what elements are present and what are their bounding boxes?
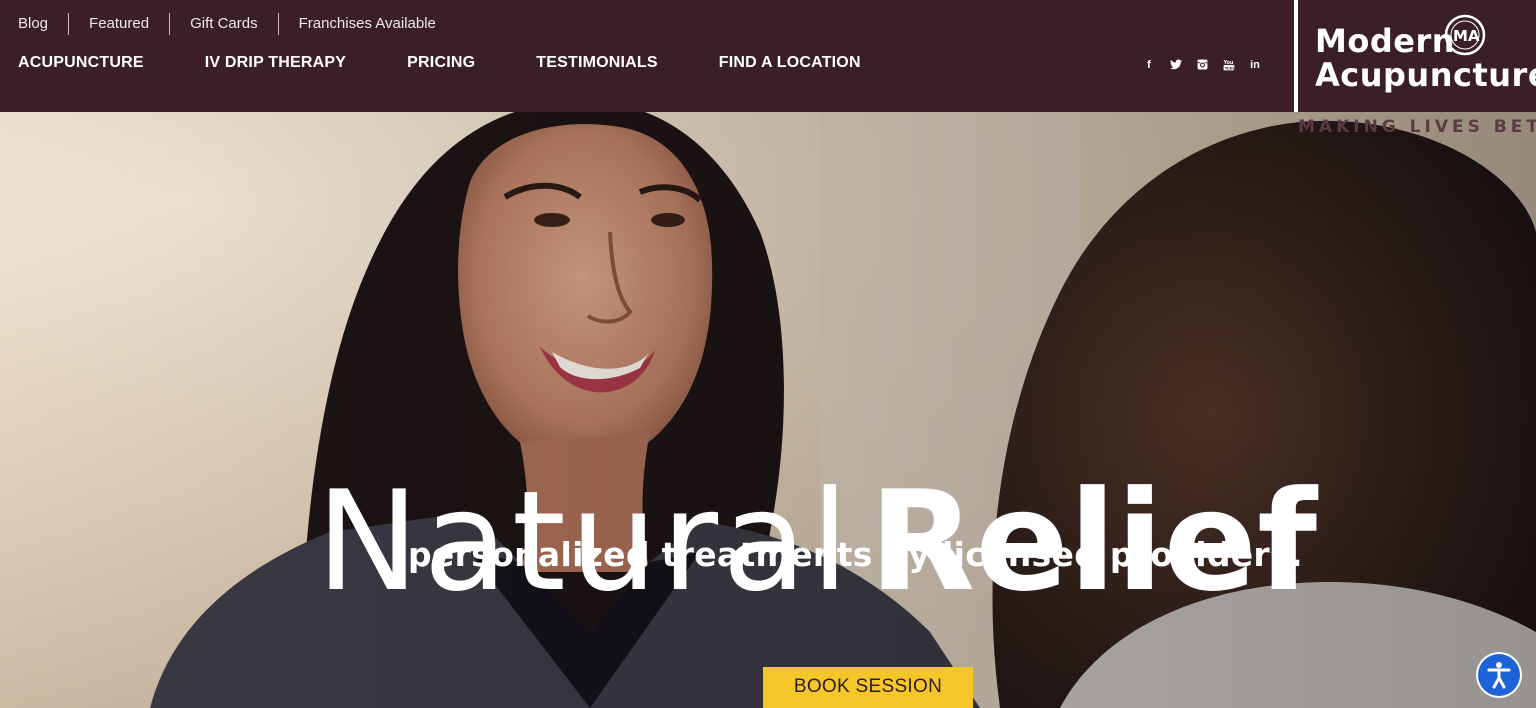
book-session-button[interactable]: BOOK SESSION [763, 667, 973, 708]
accessibility-icon [1487, 662, 1511, 689]
nav-acupuncture[interactable]: ACUPUNCTURE [18, 52, 144, 74]
nav-iv-drip-therapy[interactable]: IV DRIP THERAPY [205, 52, 346, 74]
utility-nav: Blog Featured Gift Cards Franchises Avai… [18, 13, 436, 35]
logo-wordmark: Modern Acupuncture. [1315, 24, 1536, 92]
svg-text:Tube: Tube [1224, 66, 1234, 71]
svg-text:You: You [1223, 60, 1234, 66]
divider [277, 13, 279, 35]
hero-subtitle: personalized treatments by licensed prov… [408, 535, 1303, 574]
utility-link-franchises[interactable]: Franchises Available [299, 13, 436, 35]
logo-line-2: Acupuncture. [1315, 56, 1536, 94]
utility-link-gift-cards[interactable]: Gift Cards [190, 13, 258, 35]
linkedin-icon[interactable]: in [1248, 57, 1262, 73]
nav-find-a-location[interactable]: FIND A LOCATION [719, 52, 861, 74]
youtube-icon[interactable]: You Tube [1222, 57, 1236, 73]
facebook-icon[interactable]: f [1142, 57, 1156, 73]
utility-link-blog[interactable]: Blog [18, 13, 48, 35]
site-header: Blog Featured Gift Cards Franchises Avai… [0, 0, 1536, 112]
logo-line-1: Modern [1315, 22, 1455, 60]
nav-testimonials[interactable]: TESTIMONIALS [536, 52, 658, 74]
hero: Natural Relief personalized treatments by… [0, 112, 1536, 708]
divider [169, 13, 171, 35]
instagram-icon[interactable] [1195, 57, 1209, 73]
divider [68, 13, 70, 35]
logo-mark-icon: MA [1444, 14, 1486, 56]
brand-logo[interactable]: Modern Acupuncture. MA [1294, 0, 1536, 112]
tagline: MAKING LIVES BETTER [1298, 117, 1536, 137]
social-links: f You Tube in [1142, 57, 1275, 73]
main-nav: ACUPUNCTURE IV DRIP THERAPY PRICING TEST… [18, 52, 922, 74]
utility-link-featured[interactable]: Featured [89, 13, 149, 35]
twitter-icon[interactable] [1169, 57, 1183, 73]
accessibility-button[interactable] [1476, 652, 1522, 698]
nav-pricing[interactable]: PRICING [407, 52, 475, 74]
svg-text:MA: MA [1453, 27, 1480, 45]
